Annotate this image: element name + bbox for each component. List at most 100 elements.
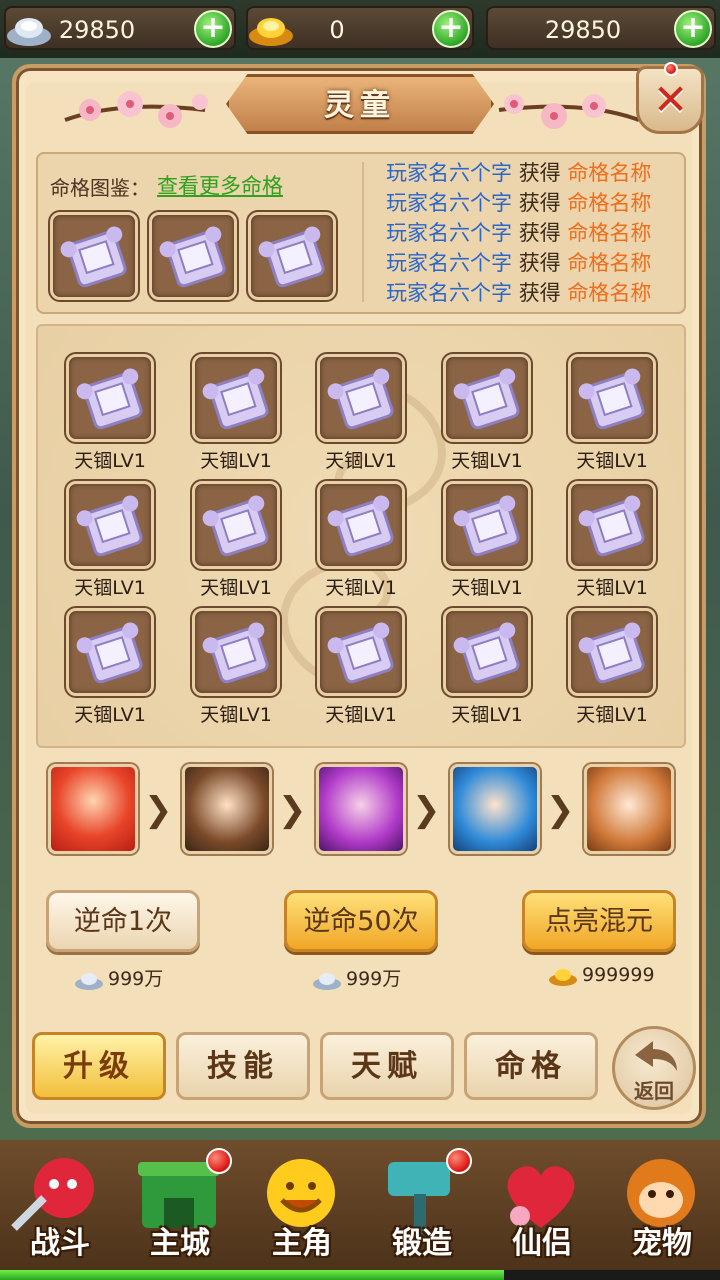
fate-slot[interactable] (568, 354, 656, 442)
fate-slot-label: 天锢LV1 (325, 450, 397, 472)
nav-hero[interactable]: 主角 (246, 1148, 358, 1266)
atlas-slot[interactable] (248, 212, 336, 300)
feed-line: 玩家名六个字 获得 命格名称 (386, 188, 651, 218)
feed-action: 获得 (518, 161, 561, 185)
city-notification-dot (206, 1148, 232, 1174)
nav-hero-label: 主角 (272, 1226, 332, 1261)
fate-tablet-icon (453, 368, 520, 430)
silver-currency: 29850 + (4, 6, 236, 50)
gold-ingot-icon (549, 968, 577, 986)
back-button[interactable]: 返回 (612, 1026, 696, 1110)
fate-tablet-icon (76, 622, 143, 684)
close-button[interactable]: ✕ (636, 66, 704, 134)
feed-action: 获得 (518, 251, 561, 275)
fate-tablet-icon (202, 495, 269, 557)
third-currency: 29850 + (486, 6, 716, 50)
add-third-button[interactable]: + (674, 10, 712, 48)
fate-tablet-icon (453, 495, 520, 557)
feed-line: 玩家名六个字 获得 命格名称 (386, 248, 651, 278)
fate-tablet-icon (202, 622, 269, 684)
fate-slot-label: 天锢LV1 (74, 450, 146, 472)
fate-slot-label: 天锢LV1 (325, 704, 397, 726)
reverse-fate-fifty-button[interactable]: 逆命50次 (284, 890, 438, 952)
fate-slot-label: 天锢LV1 (451, 450, 523, 472)
fate-slot[interactable] (568, 481, 656, 569)
nav-city-label: 主城 (150, 1226, 210, 1261)
atlas-slot[interactable] (50, 212, 138, 300)
hero-portrait[interactable] (48, 764, 138, 854)
fate-tablet-icon (327, 622, 394, 684)
feed-line: 玩家名六个字 获得 命格名称 (386, 158, 651, 188)
feed-action: 获得 (518, 191, 561, 215)
chevron-right-icon: ❯ (144, 790, 173, 830)
view-more-fates-link[interactable]: 查看更多命格 (157, 170, 283, 200)
fate-slot[interactable] (443, 481, 531, 569)
feed-item-name: 命格名称 (567, 161, 652, 185)
back-label: 返回 (634, 1079, 674, 1103)
blossom-right-icon (498, 94, 640, 129)
tab-fate[interactable]: 命格 (464, 1032, 598, 1100)
atlas-label: 命格图鉴： (50, 176, 150, 200)
nav-battle[interactable]: 战斗 (4, 1148, 116, 1266)
fate-slot[interactable] (66, 608, 154, 696)
fate-slot[interactable] (443, 354, 531, 442)
fate-tablet-icon (76, 495, 143, 557)
tab-talent[interactable]: 天赋 (320, 1032, 454, 1100)
fate-slot-label: 天锢LV1 (74, 577, 146, 599)
third-amount: 29850 (544, 16, 622, 44)
forge-notification-dot (446, 1148, 472, 1174)
fate-tablet-icon (159, 226, 226, 288)
nav-pet[interactable]: 宠物 (606, 1148, 718, 1266)
fate-slot-label: 天锢LV1 (200, 704, 272, 726)
cost-fifty: 999万 (312, 964, 401, 991)
fate-tablet-icon (327, 495, 394, 557)
fate-slot[interactable] (66, 481, 154, 569)
feed-item-name: 命格名称 (567, 221, 652, 245)
cost-once-amount: 999万 (108, 968, 164, 990)
nav-battle-label: 战斗 (30, 1226, 90, 1261)
feed-item-name: 命格名称 (567, 281, 652, 305)
fate-slot-label: 天锢LV1 (451, 704, 523, 726)
tab-upgrade[interactable]: 升级 (32, 1032, 166, 1100)
feed-line: 玩家名六个字 获得 命格名称 (386, 278, 651, 308)
reverse-fate-once-button[interactable]: 逆命1次 (46, 890, 200, 952)
hero-portrait[interactable] (316, 764, 406, 854)
feed-player-name: 玩家名六个字 (386, 161, 512, 185)
fate-slot[interactable] (192, 354, 280, 442)
cost-once: 999万 (74, 964, 163, 991)
tab-skill[interactable]: 技能 (176, 1032, 310, 1100)
fate-slot[interactable] (66, 354, 154, 442)
add-gold-button[interactable]: + (432, 10, 470, 48)
atlas-divider (362, 162, 364, 302)
feed-item-name: 命格名称 (567, 251, 652, 275)
fate-slot[interactable] (192, 608, 280, 696)
fate-slot[interactable] (317, 481, 405, 569)
fate-slot-label: 天锢LV1 (74, 704, 146, 726)
nav-forge-label: 锻造 (392, 1226, 452, 1261)
fate-tablet-icon (578, 495, 645, 557)
fate-slot[interactable] (568, 608, 656, 696)
blossom-left-icon (64, 91, 208, 128)
gold-currency: 0 + (246, 6, 474, 50)
fate-slot[interactable] (317, 608, 405, 696)
fate-slot-label: 天锢LV1 (451, 577, 523, 599)
fate-slot[interactable] (443, 608, 531, 696)
feed-player-name: 玩家名六个字 (386, 251, 512, 275)
hero-portrait[interactable] (584, 764, 674, 854)
hero-portrait[interactable] (182, 764, 272, 854)
fate-slot[interactable] (192, 481, 280, 569)
light-hunyuan-button[interactable]: 点亮混元 (522, 890, 676, 952)
gold-amount: 0 (329, 16, 345, 44)
add-silver-button[interactable]: + (194, 10, 232, 48)
chevron-right-icon: ❯ (546, 790, 575, 830)
cost-light-amount: 999999 (582, 964, 655, 986)
fate-tablet-icon (578, 622, 645, 684)
fate-tablet-icon (327, 368, 394, 430)
nav-partner-label: 仙侣 (512, 1226, 572, 1261)
nav-partner[interactable]: 仙侣 (486, 1148, 598, 1266)
hero-portrait[interactable] (450, 764, 540, 854)
fate-slot[interactable] (317, 354, 405, 442)
atlas-slot[interactable] (149, 212, 237, 300)
back-arrow-icon (635, 1041, 677, 1071)
feed-player-name: 玩家名六个字 (386, 191, 512, 215)
